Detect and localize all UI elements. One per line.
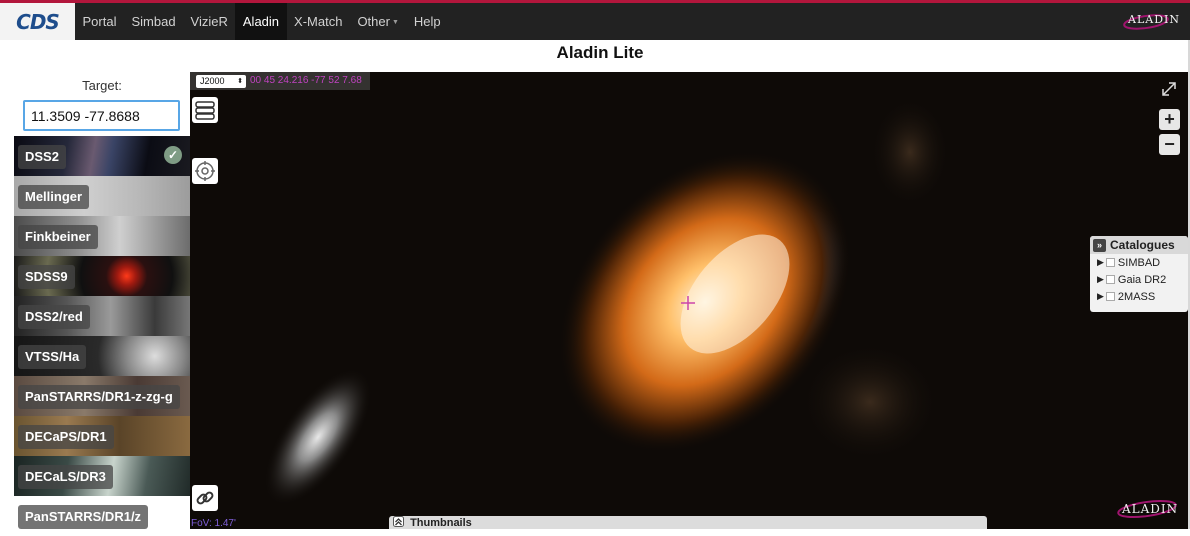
survey-label: Finkbeiner — [18, 225, 98, 249]
catalogue-label: Gaia DR2 — [1117, 273, 1167, 286]
nav-menu: Portal Simbad VizieR Aladin X-Match Othe… — [75, 3, 448, 40]
nav-item-help[interactable]: Help — [406, 3, 448, 40]
aladin-brand-logo[interactable]: ALADIN — [1122, 10, 1179, 32]
frame-value: J2000 — [200, 76, 225, 86]
aladin-logo-icon: ALADIN — [1117, 499, 1178, 519]
survey-decals[interactable]: DECaLS/DR3 — [14, 456, 190, 496]
survey-sdss9[interactable]: SDSS9 — [14, 256, 190, 296]
top-navbar: CDS Portal Simbad VizieR Aladin X-Match … — [0, 0, 1190, 40]
layers-button[interactable] — [192, 97, 218, 123]
survey-decaps[interactable]: DECaPS/DR1 — [14, 416, 190, 456]
survey-label: DSS2 — [18, 145, 66, 169]
catalogue-checkbox[interactable] — [1105, 258, 1115, 267]
expand-triangle-icon[interactable]: ▶ — [1097, 257, 1104, 268]
survey-panstarrs-z[interactable]: PanSTARRS/DR1/z — [14, 496, 190, 536]
layers-icon — [195, 101, 215, 120]
nav-item-other[interactable]: Other ▼ — [350, 3, 406, 40]
survey-mellinger[interactable]: Mellinger — [14, 176, 190, 216]
left-panel: Target: DSS2 ✓ Mellinger Finkbeiner SDSS… — [14, 72, 190, 536]
survey-label: DSS2/red — [18, 305, 90, 329]
zoom-out-button[interactable]: − — [1159, 134, 1180, 155]
survey-label: Mellinger — [18, 185, 90, 209]
survey-label: DECaLS/DR3 — [18, 465, 113, 489]
nav-item-other-label: Other — [357, 14, 390, 29]
target-icon — [195, 161, 215, 181]
cds-logo[interactable]: CDS — [0, 3, 75, 40]
catalogue-item-simbad[interactable]: ▶ SIMBAD — [1090, 254, 1188, 271]
nav-item-aladin[interactable]: Aladin — [235, 3, 287, 40]
frame-select[interactable]: J2000 ⬍ — [196, 75, 246, 88]
survey-dss2-red[interactable]: DSS2/red — [14, 296, 190, 336]
cds-logo-text: CDS — [16, 9, 60, 34]
collapse-up-icon[interactable] — [393, 516, 404, 527]
catalogue-label: SIMBAD — [1117, 256, 1161, 269]
chevron-updown-icon: ⬍ — [237, 78, 243, 85]
coordinate-bar: J2000 ⬍ 00 45 24.216 -77 52 7.68 — [190, 72, 370, 90]
nav-item-simbad[interactable]: Simbad — [124, 3, 183, 40]
nav-item-xmatch[interactable]: X-Match — [287, 3, 350, 40]
page-title: Aladin Lite — [556, 43, 644, 62]
collapse-icon[interactable]: » — [1093, 238, 1106, 252]
survey-label: PanSTARRS/DR1-z-zg-g — [18, 385, 180, 409]
goto-button[interactable] — [192, 158, 218, 184]
thumbnails-label: Thumbnails — [410, 517, 472, 529]
survey-panstarrs-color[interactable]: PanSTARRS/DR1-z-zg-g — [14, 376, 190, 416]
target-input[interactable] — [23, 100, 180, 131]
survey-label: VTSS/Ha — [18, 345, 87, 369]
checkmark-icon: ✓ — [164, 146, 182, 164]
catalogues-header[interactable]: » Catalogues — [1090, 236, 1188, 254]
fov-readout: FoV: 1.47' — [191, 518, 236, 529]
catalogue-checkbox[interactable] — [1105, 275, 1115, 284]
aladin-logo: ALADIN — [1116, 497, 1178, 524]
target-label: Target: — [82, 78, 122, 93]
survey-label: DECaPS/DR1 — [18, 425, 114, 449]
share-link-button[interactable] — [192, 485, 218, 511]
catalogue-checkbox[interactable] — [1105, 292, 1115, 301]
expand-triangle-icon[interactable]: ▶ — [1097, 274, 1104, 285]
chevron-down-icon: ▼ — [391, 19, 399, 27]
coordinate-readout: 00 45 24.216 -77 52 7.68 — [250, 75, 362, 86]
survey-label: SDSS9 — [18, 265, 75, 289]
nav-item-vizier[interactable]: VizieR — [183, 3, 235, 40]
expand-icon — [1162, 82, 1176, 96]
nav-item-portal[interactable]: Portal — [75, 3, 124, 40]
catalogues-panel: » Catalogues ▶ SIMBAD ▶ Gaia DR2 ▶ 2MASS — [1090, 236, 1188, 312]
sky-image — [263, 97, 950, 506]
survey-label: PanSTARRS/DR1/z — [18, 505, 149, 529]
link-icon — [196, 491, 214, 505]
sky-view[interactable]: J2000 ⬍ 00 45 24.216 -77 52 7.68 + − » C… — [190, 72, 1188, 529]
aladin-logo-text: ALADIN — [1121, 502, 1178, 516]
catalogue-item-2mass[interactable]: ▶ 2MASS — [1090, 288, 1188, 305]
fullscreen-button[interactable] — [1160, 80, 1178, 103]
catalogues-title: Catalogues — [1110, 238, 1175, 252]
zoom-in-button[interactable]: + — [1159, 109, 1180, 130]
thumbnails-panel[interactable]: Thumbnails — [389, 516, 987, 529]
catalogue-item-gaia-dr2[interactable]: ▶ Gaia DR2 — [1090, 271, 1188, 288]
survey-vtss-ha[interactable]: VTSS/Ha — [14, 336, 190, 376]
catalogue-label: 2MASS — [1117, 290, 1156, 303]
survey-dss2[interactable]: DSS2 ✓ — [14, 136, 190, 176]
survey-finkbeiner[interactable]: Finkbeiner — [14, 216, 190, 256]
aladin-brand-text: ALADIN — [1128, 13, 1180, 26]
expand-triangle-icon[interactable]: ▶ — [1097, 291, 1104, 302]
